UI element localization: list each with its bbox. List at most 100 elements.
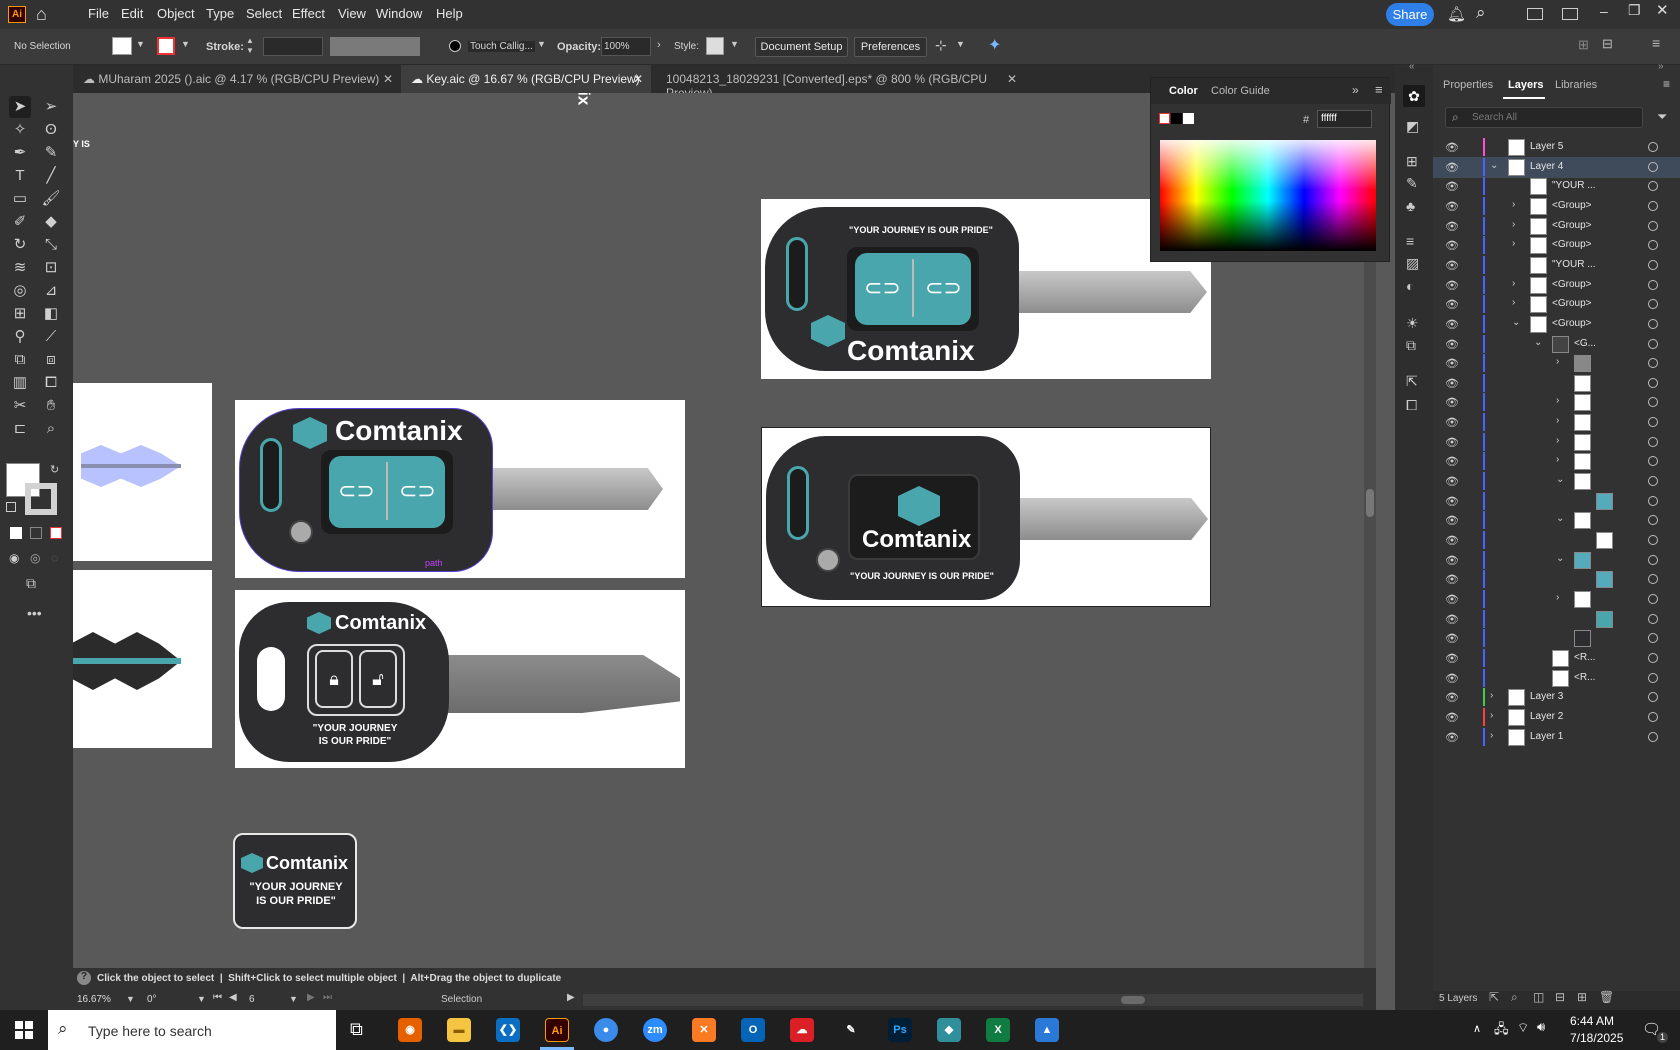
visibility-eye-icon[interactable]: 👁︎ <box>1445 691 1459 704</box>
target-circle-icon[interactable] <box>1648 417 1658 428</box>
menu-edit[interactable]: Edit <box>121 6 143 21</box>
hand-tool-icon[interactable]: ✋︎ <box>40 395 62 417</box>
collapse-panel-icon[interactable]: » <box>1352 83 1359 97</box>
paintbrush-icon[interactable]: 🖌︎ <box>40 188 62 210</box>
chevron-down-icon[interactable]: ⌄ <box>1556 553 1564 564</box>
menu-lines-icon[interactable]: ≡ <box>1652 35 1660 51</box>
chevron-down-icon[interactable]: ⌄ <box>1490 160 1498 171</box>
task-view-icon[interactable]: ⧉ <box>350 1019 363 1040</box>
gradient-panel-icon[interactable]: ▨ <box>1406 255 1419 272</box>
rotate-icon[interactable]: ↻ <box>9 234 31 256</box>
target-circle-icon[interactable] <box>1648 240 1658 251</box>
image-viewer-icon[interactable]: ▲ <box>1035 1018 1059 1042</box>
layer-row[interactable]: 👁︎ Layer 5 <box>1433 137 1680 158</box>
mesh-icon[interactable]: ⊞ <box>9 303 31 325</box>
tab-color[interactable]: Color <box>1169 85 1198 97</box>
layer-row[interactable]: 👁︎ › <box>1433 432 1680 453</box>
hex-input[interactable]: ffffff <box>1317 110 1372 128</box>
layer-row[interactable]: 👁︎ › <Group> <box>1433 294 1680 315</box>
magic-wand-icon[interactable]: ✧ <box>9 119 31 141</box>
chevron-down-icon[interactable]: ⌄ <box>1556 513 1564 524</box>
horizontal-scrollbar[interactable] <box>583 994 1363 1006</box>
target-circle-icon[interactable] <box>1648 259 1658 270</box>
menu-object[interactable]: Object <box>157 6 195 21</box>
chevron-down-icon[interactable]: ▼ <box>126 994 135 1004</box>
visibility-eye-icon[interactable]: 👁︎ <box>1445 514 1459 527</box>
tab-color-guide[interactable]: Color Guide <box>1211 85 1270 97</box>
visibility-eye-icon[interactable]: 👁︎ <box>1445 495 1459 508</box>
draw-inside-icon[interactable]: ◌ <box>51 551 58 565</box>
symbols-icon[interactable]: ♣ <box>1406 198 1415 214</box>
target-circle-icon[interactable] <box>1648 574 1658 585</box>
collect-export-icon[interactable]: ⇱ <box>1489 990 1499 1004</box>
target-circle-icon[interactable] <box>1648 554 1658 565</box>
visibility-eye-icon[interactable]: 👁︎ <box>1445 455 1459 468</box>
tab-key[interactable]: ☁ Key.aic @ 16.67 % (RGB/CPU Preview) ✕ <box>401 65 651 93</box>
swatches-icon[interactable]: ⊞ <box>1406 153 1418 170</box>
layer-row[interactable]: 👁︎ ⌄ <G... <box>1433 334 1680 355</box>
stroke-panel-icon[interactable]: ≡ <box>1406 233 1414 249</box>
visibility-eye-icon[interactable]: 👁︎ <box>1445 279 1459 292</box>
menu-type[interactable]: Type <box>206 6 234 21</box>
layer-row[interactable]: 👁︎ ⌄ <box>1433 550 1680 571</box>
visibility-eye-icon[interactable]: 👁︎ <box>1445 220 1459 233</box>
blend-icon[interactable]: ⧉ <box>9 349 31 371</box>
style-swatch[interactable] <box>706 37 724 55</box>
target-circle-icon[interactable] <box>1648 358 1658 369</box>
visibility-eye-icon[interactable]: 👁︎ <box>1445 200 1459 213</box>
layer-row[interactable]: 👁︎ › <Group> <box>1433 275 1680 296</box>
restore-icon[interactable]: ❐ <box>1628 2 1641 19</box>
layer-row[interactable]: 👁︎ ⌄ <box>1433 471 1680 492</box>
stroke-swatch[interactable] <box>157 37 175 55</box>
artboard-partial-top[interactable] <box>73 383 212 561</box>
arrange-docs-icon[interactable]: ⊞ <box>1578 37 1589 53</box>
target-circle-icon[interactable] <box>1648 299 1658 310</box>
selection-tool-icon[interactable]: ➤ <box>9 96 31 118</box>
help-icon[interactable]: ? <box>77 971 91 985</box>
target-circle-icon[interactable] <box>1648 397 1658 408</box>
visibility-eye-icon[interactable]: 👁︎ <box>1445 711 1459 724</box>
target-circle-icon[interactable] <box>1648 200 1658 211</box>
shape-builder-icon[interactable]: ◎ <box>9 280 31 302</box>
eyedropper-icon[interactable]: ⚲ <box>9 326 31 348</box>
layer-row[interactable]: 👁︎ <box>1433 373 1680 394</box>
menu-help[interactable]: Help <box>436 6 463 21</box>
visibility-eye-icon[interactable]: 👁︎ <box>1445 141 1459 154</box>
pen-app-icon[interactable]: ✎ <box>839 1018 863 1042</box>
target-circle-icon[interactable] <box>1648 633 1658 644</box>
layer-row[interactable]: 👁︎ <box>1433 569 1680 590</box>
artboard-tool-icon[interactable]: ⧠ <box>40 372 62 394</box>
layer-row[interactable]: 👁︎ <box>1433 628 1680 649</box>
lasso-icon[interactable]: ʘ <box>40 119 62 141</box>
target-circle-icon[interactable] <box>1648 535 1658 545</box>
minimize-icon[interactable]: – <box>1600 3 1608 19</box>
target-circle-icon[interactable] <box>1648 731 1658 742</box>
visibility-eye-icon[interactable]: 👁︎ <box>1445 396 1459 409</box>
vertical-scroll-thumb[interactable] <box>1366 489 1374 517</box>
direct-selection-tool-icon[interactable]: ➢ <box>40 96 62 118</box>
chevron-down-icon[interactable]: ▼ <box>197 994 206 1004</box>
file-explorer-icon[interactable]: ▬ <box>447 1018 471 1042</box>
appearance-icon[interactable]: ☀ <box>1406 315 1419 332</box>
black-swatch[interactable] <box>1171 113 1182 124</box>
target-circle-icon[interactable] <box>1648 318 1658 329</box>
artboard-key-3[interactable]: "YOUR JOURNEY IS OUR PRIDE" ⊂⊃ ⊂⊃ Comtan… <box>761 199 1211 379</box>
chevron-right-icon[interactable]: › <box>1512 278 1515 289</box>
chevron-right-icon[interactable]: › <box>1512 219 1515 230</box>
menu-view[interactable]: View <box>338 6 366 21</box>
chevron-right-icon[interactable]: › <box>1556 592 1559 603</box>
clock-time[interactable]: 6:44 AM <box>1570 1014 1614 1028</box>
layer-row[interactable]: 👁︎ ⌄ Layer 4 <box>1433 156 1680 178</box>
variable-width-field[interactable] <box>330 37 420 56</box>
tab-properties[interactable]: Properties <box>1443 79 1493 91</box>
visibility-eye-icon[interactable]: 👁︎ <box>1445 239 1459 252</box>
chevron-right-icon[interactable]: › <box>1490 710 1493 721</box>
close-icon[interactable]: ✕ <box>1656 1 1669 19</box>
locate-object-icon[interactable]: ⌕ <box>1511 990 1518 1005</box>
xampp-icon[interactable]: ✕ <box>692 1018 716 1042</box>
brush-select[interactable]: Touch Callig... <box>468 41 535 52</box>
artboard-key-2[interactable]: Comtanix 🔒︎ 🔓︎ "YOUR JOURNEY IS OUR PRID… <box>235 590 685 768</box>
white-swatch[interactable] <box>1183 113 1194 124</box>
warp-icon[interactable]: ≋ <box>9 257 31 279</box>
visibility-eye-icon[interactable]: 👁︎ <box>1445 554 1459 567</box>
